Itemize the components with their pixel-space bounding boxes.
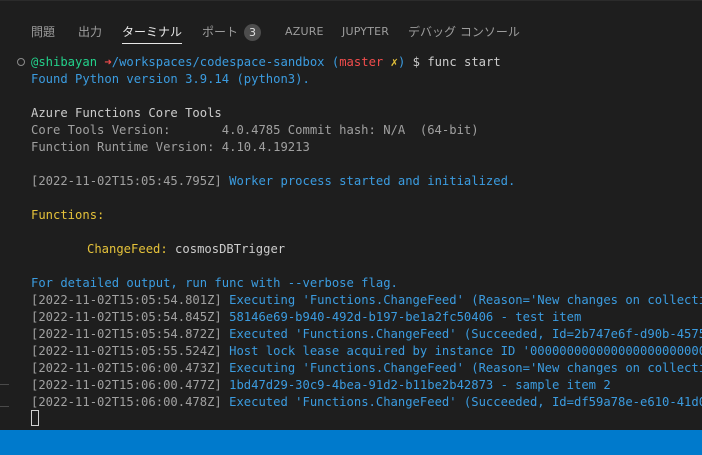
log-message: Host lock lease acquired by instance ID … xyxy=(221,344,702,358)
log-timestamp: [2022-11-02T15:05:55.524Z] xyxy=(31,344,222,358)
terminal-cursor xyxy=(31,410,39,426)
gutter-divider xyxy=(0,406,9,407)
function-entry: ChangeFeed: cosmosDBTrigger xyxy=(87,241,285,258)
log-message: Worker process started and initialized. xyxy=(221,174,516,188)
log-line: [2022-11-02T15:06:00.477Z] 1bd47d29-30c9… xyxy=(31,377,611,394)
tools-title-line: Azure Functions Core Tools xyxy=(31,106,222,120)
tab-azure[interactable]: AZURE xyxy=(285,23,324,43)
prompt-symbol: $ xyxy=(412,55,420,69)
tab-ports-label: ポート xyxy=(202,25,239,39)
log-timestamp: [2022-11-02T15:06:00.477Z] xyxy=(31,378,222,392)
log-message: 1bd47d29-30c9-4bea-91d2-b11be2b42873 - s… xyxy=(221,378,611,392)
tab-debug-console[interactable]: デバッグ コンソール xyxy=(408,23,520,43)
panel-tab-bar: 問題 出力 ターミナル ポート 3 AZURE JUPYTER デバッグ コンソー… xyxy=(0,0,702,47)
command-decoration-icon[interactable] xyxy=(17,58,25,66)
runtime-version-line: Function Runtime Version: 4.10.4.19213 xyxy=(31,140,310,154)
prompt-line: @shibayan ➜/workspaces/codespace-sandbox… xyxy=(31,54,501,71)
prompt-user: @shibayan xyxy=(31,55,98,69)
functions-label: Functions: xyxy=(31,208,105,222)
log-timestamp: [2022-11-02T15:06:00.473Z] xyxy=(31,361,222,375)
log-line: [2022-11-02T15:05:54.845Z] 58146e69-b940… xyxy=(31,309,581,326)
core-tools-version-line: Core Tools Version: 4.0.4785 Commit hash… xyxy=(31,123,479,137)
log-message: 58146e69-b940-492d-b197-be1a2fc50406 - t… xyxy=(221,310,582,324)
status-bar xyxy=(0,430,702,455)
log-line: [2022-11-02T15:05:54.801Z] Executing 'Fu… xyxy=(31,292,702,309)
log-line: [2022-11-02T15:05:55.524Z] Host lock lea… xyxy=(31,343,702,360)
function-name: ChangeFeed: xyxy=(87,242,168,256)
prompt-branch: master xyxy=(339,55,384,69)
log-timestamp: [2022-11-02T15:05:54.872Z] xyxy=(31,327,222,341)
tab-problems[interactable]: 問題 xyxy=(31,23,55,43)
log-message: Executing 'Functions.ChangeFeed' (Reason… xyxy=(221,361,702,375)
log-line: [2022-11-02T15:06:00.478Z] Executed 'Fun… xyxy=(31,394,702,411)
tab-ports[interactable]: ポート 3 xyxy=(202,23,262,43)
prompt-command: func start xyxy=(427,55,501,69)
log-line: [2022-11-02T15:05:54.872Z] Executed 'Fun… xyxy=(31,326,702,343)
log-message: Executed 'Functions.ChangeFeed' (Succeed… xyxy=(221,395,702,409)
found-python-line: Found Python version 3.9.14 (python3). xyxy=(31,72,310,86)
tab-terminal[interactable]: ターミナル xyxy=(122,23,183,44)
log-timestamp: [2022-11-02T15:05:45.795Z] xyxy=(31,174,222,188)
gutter-divider xyxy=(0,384,9,385)
log-timestamp: [2022-11-02T15:05:54.801Z] xyxy=(31,293,222,307)
function-trigger: cosmosDBTrigger xyxy=(167,242,286,256)
worker-line: [2022-11-02T15:05:45.795Z] Worker proces… xyxy=(31,173,515,190)
log-line: [2022-11-02T15:06:00.473Z] Executing 'Fu… xyxy=(31,360,702,377)
prompt-path: /workspaces/codespace-sandbox xyxy=(111,55,325,69)
ports-count-badge: 3 xyxy=(244,24,262,41)
terminal-output[interactable]: @shibayan ➜/workspaces/codespace-sandbox… xyxy=(0,46,702,430)
verbose-hint-line: For detailed output, run func with --ver… xyxy=(31,276,398,290)
prompt-arrow-icon: ➜ xyxy=(104,55,112,69)
tab-jupyter[interactable]: JUPYTER xyxy=(342,23,389,43)
log-timestamp: [2022-11-02T15:06:00.478Z] xyxy=(31,395,222,409)
log-message: Executed 'Functions.ChangeFeed' (Succeed… xyxy=(221,327,702,341)
log-message: Executing 'Functions.ChangeFeed' (Reason… xyxy=(221,293,702,307)
prompt-dirty-icon: ✗ xyxy=(390,55,398,69)
tab-output[interactable]: 出力 xyxy=(78,23,102,43)
prompt-branch-close: ) xyxy=(397,55,406,69)
log-timestamp: [2022-11-02T15:05:54.845Z] xyxy=(31,310,222,324)
